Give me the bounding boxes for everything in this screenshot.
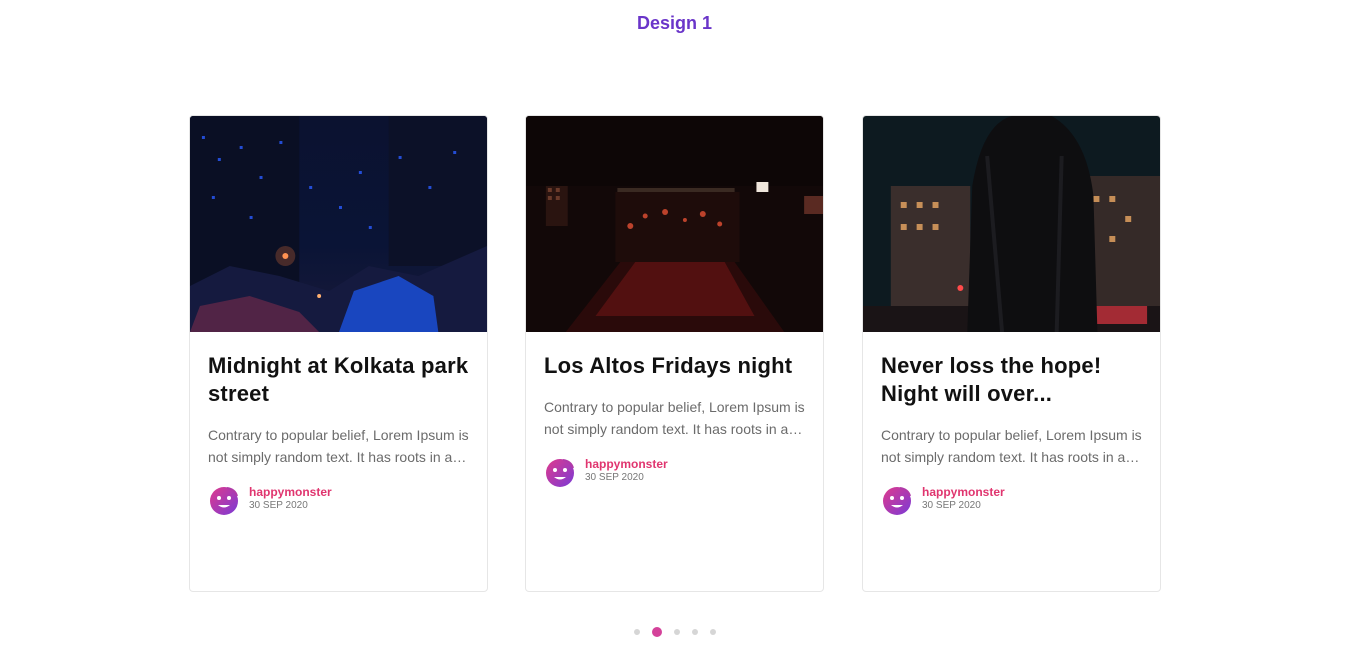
post-card[interactable]: Never loss the hope! Night will over... … — [862, 115, 1161, 592]
card-excerpt: Contrary to popular belief, Lorem Ipsum … — [208, 427, 469, 465]
author-name[interactable]: happymonster — [922, 485, 1005, 499]
post-date: 30 SEP 2020 — [249, 500, 308, 511]
card-title[interactable]: Los Altos Fridays night — [544, 352, 807, 380]
carousel-pagination — [0, 626, 1349, 638]
carousel-dot[interactable] — [673, 629, 680, 635]
post-card[interactable]: Los Altos Fridays night Contrary to popu… — [525, 115, 824, 592]
card-excerpt: Contrary to popular belief, Lorem Ipsum … — [881, 427, 1142, 465]
card-meta: happymonster 30 SEP 2020 — [881, 484, 1144, 516]
page-title: Design 1 — [636, 13, 713, 33]
happymonster-avatar-icon[interactable] — [544, 456, 576, 488]
card-title[interactable]: Never loss the hope! Night will over... — [881, 352, 1144, 408]
post-card[interactable]: Midnight at Kolkata park street Contrary… — [189, 115, 488, 592]
card-title[interactable]: Midnight at Kolkata park street — [208, 352, 471, 408]
happymonster-avatar-icon[interactable] — [208, 484, 240, 516]
card-meta: happymonster 30 SEP 2020 — [544, 456, 807, 488]
post-date: 30 SEP 2020 — [585, 472, 644, 483]
card-image-night-city-street[interactable] — [190, 116, 487, 332]
happymonster-avatar-icon[interactable] — [881, 484, 913, 516]
post-date: 30 SEP 2020 — [922, 500, 981, 511]
carousel-dot[interactable] — [691, 629, 698, 635]
carousel-dot[interactable] — [633, 629, 640, 635]
author-name[interactable]: happymonster — [585, 457, 668, 471]
carousel-dot[interactable] — [709, 629, 716, 635]
carousel-dot[interactable] — [651, 627, 662, 637]
card-excerpt: Contrary to popular belief, Lorem Ipsum … — [544, 399, 805, 437]
card-image-night-restaurant[interactable] — [526, 116, 823, 332]
author-name[interactable]: happymonster — [249, 485, 332, 499]
card-image-man-in-leather-jacket[interactable] — [863, 116, 1160, 332]
card-meta: happymonster 30 SEP 2020 — [208, 484, 471, 516]
